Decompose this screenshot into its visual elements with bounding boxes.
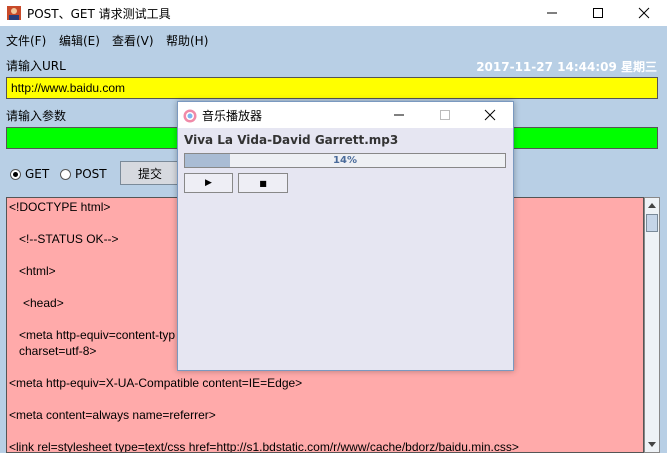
- close-button[interactable]: [621, 0, 667, 26]
- menu-file[interactable]: 文件(F): [6, 32, 46, 49]
- response-line: <html>: [19, 264, 56, 278]
- scroll-thumb[interactable]: [646, 214, 658, 232]
- response-line: <meta http-equiv=X-UA-Compatible content…: [9, 376, 303, 390]
- title-bar: POST、GET 请求测试工具: [0, 0, 667, 26]
- post-radio[interactable]: POST: [60, 167, 107, 181]
- app-icon: [6, 5, 22, 21]
- stop-button[interactable]: ■: [238, 173, 288, 193]
- menu-view[interactable]: 查看(V): [112, 32, 154, 49]
- response-line: charset=utf-8>: [19, 344, 97, 358]
- post-label: POST: [75, 167, 107, 181]
- chevron-down-icon: [648, 442, 656, 447]
- minimize-icon: [547, 12, 557, 14]
- progress-percent: 14%: [333, 155, 357, 166]
- maximize-button[interactable]: [575, 0, 621, 26]
- close-icon: [638, 7, 650, 19]
- dialog-title: 音乐播放器: [202, 109, 263, 123]
- response-line: <meta content=always name=referrer>: [9, 408, 216, 422]
- response-line: <!--STATUS OK-->: [19, 232, 119, 246]
- stop-icon: ■: [259, 178, 267, 188]
- datetime-display: 2017-11-27 14:44:09 星期三: [476, 60, 657, 74]
- window-title: POST、GET 请求测试工具: [27, 7, 171, 21]
- url-input[interactable]: [6, 77, 658, 99]
- progress-bar[interactable]: 14%: [184, 153, 506, 168]
- dialog-maximize-button[interactable]: [422, 102, 468, 128]
- response-line: <!DOCTYPE html>: [9, 200, 111, 214]
- response-line: <link rel=stylesheet type=text/css href=…: [9, 440, 519, 453]
- maximize-icon: [440, 110, 450, 120]
- response-scrollbar[interactable]: [644, 197, 660, 453]
- play-button[interactable]: ▶: [184, 173, 233, 193]
- menu-help[interactable]: 帮助(H): [166, 32, 208, 49]
- get-radio[interactable]: GET: [10, 167, 49, 181]
- response-line: <meta http-equiv=content-typ: [19, 328, 176, 342]
- get-label: GET: [25, 167, 50, 181]
- menu-edit[interactable]: 编辑(E): [59, 32, 100, 49]
- scroll-down-button[interactable]: [645, 438, 659, 452]
- chevron-up-icon: [648, 203, 656, 208]
- response-line: <head>: [23, 296, 64, 310]
- minimize-button[interactable]: [529, 0, 575, 26]
- close-icon: [484, 109, 496, 121]
- get-radio-circle[interactable]: [10, 168, 21, 180]
- play-icon: ▶: [205, 178, 212, 188]
- url-label: 请输入URL: [6, 59, 66, 73]
- music-app-icon: [183, 108, 197, 123]
- dialog-minimize-button[interactable]: [376, 102, 422, 128]
- params-label: 请输入参数: [6, 109, 67, 123]
- scroll-up-button[interactable]: [645, 198, 659, 212]
- submit-button[interactable]: 提交: [120, 161, 180, 185]
- song-name: Viva La Vida-David Garrett.mp3: [184, 133, 399, 147]
- music-player-dialog: 音乐播放器 Viva La Vida-David Garrett.mp3 14%…: [177, 101, 514, 371]
- maximize-icon: [593, 8, 603, 18]
- menu-bar: 文件(F) 编辑(E) 查看(V) 帮助(H): [0, 26, 667, 50]
- radio-selected-dot: [13, 171, 18, 177]
- dialog-title-bar: 音乐播放器: [178, 102, 513, 128]
- minimize-icon: [394, 114, 404, 116]
- post-radio-circle[interactable]: [60, 168, 71, 180]
- dialog-close-button[interactable]: [467, 102, 513, 128]
